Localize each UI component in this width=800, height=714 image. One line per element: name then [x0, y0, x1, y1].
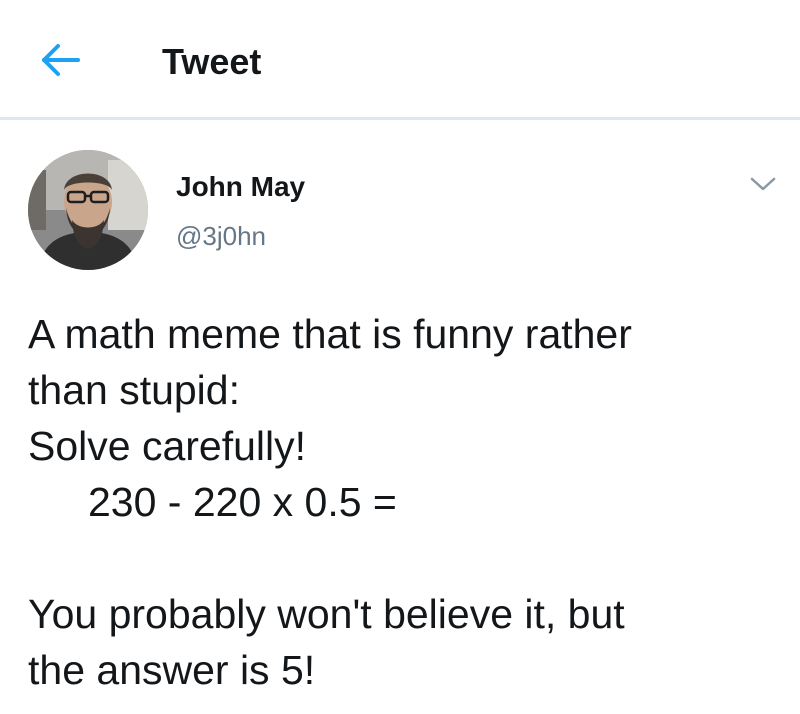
tweet-line: A math meme that is funny rather: [28, 311, 632, 357]
author-handle[interactable]: @3j0hn: [176, 220, 266, 252]
user-avatar-photo: [28, 150, 148, 270]
tweet-line: You probably won't believe it, but: [28, 591, 625, 637]
avatar[interactable]: [28, 150, 148, 270]
tweet-menu-button[interactable]: [748, 172, 778, 196]
top-bar: Tweet: [0, 0, 800, 120]
tweet-line: the answer is 5!: [28, 647, 316, 693]
tweet-text: A math meme that is funny rather than st…: [28, 306, 788, 698]
back-button[interactable]: [32, 38, 84, 82]
author-name[interactable]: John May: [176, 170, 305, 204]
tweet-detail-screen: Tweet John May @3j0hn A math meme that i…: [0, 0, 800, 714]
tweet-line: than stupid:: [28, 367, 240, 413]
arrow-left-icon: [42, 44, 80, 76]
tweet-equation-line: 230 - 220 x 0.5 =: [88, 479, 397, 525]
tweet-line: Solve carefully!: [28, 423, 307, 469]
page-title: Tweet: [162, 41, 262, 82]
chevron-down-icon: [750, 177, 776, 191]
